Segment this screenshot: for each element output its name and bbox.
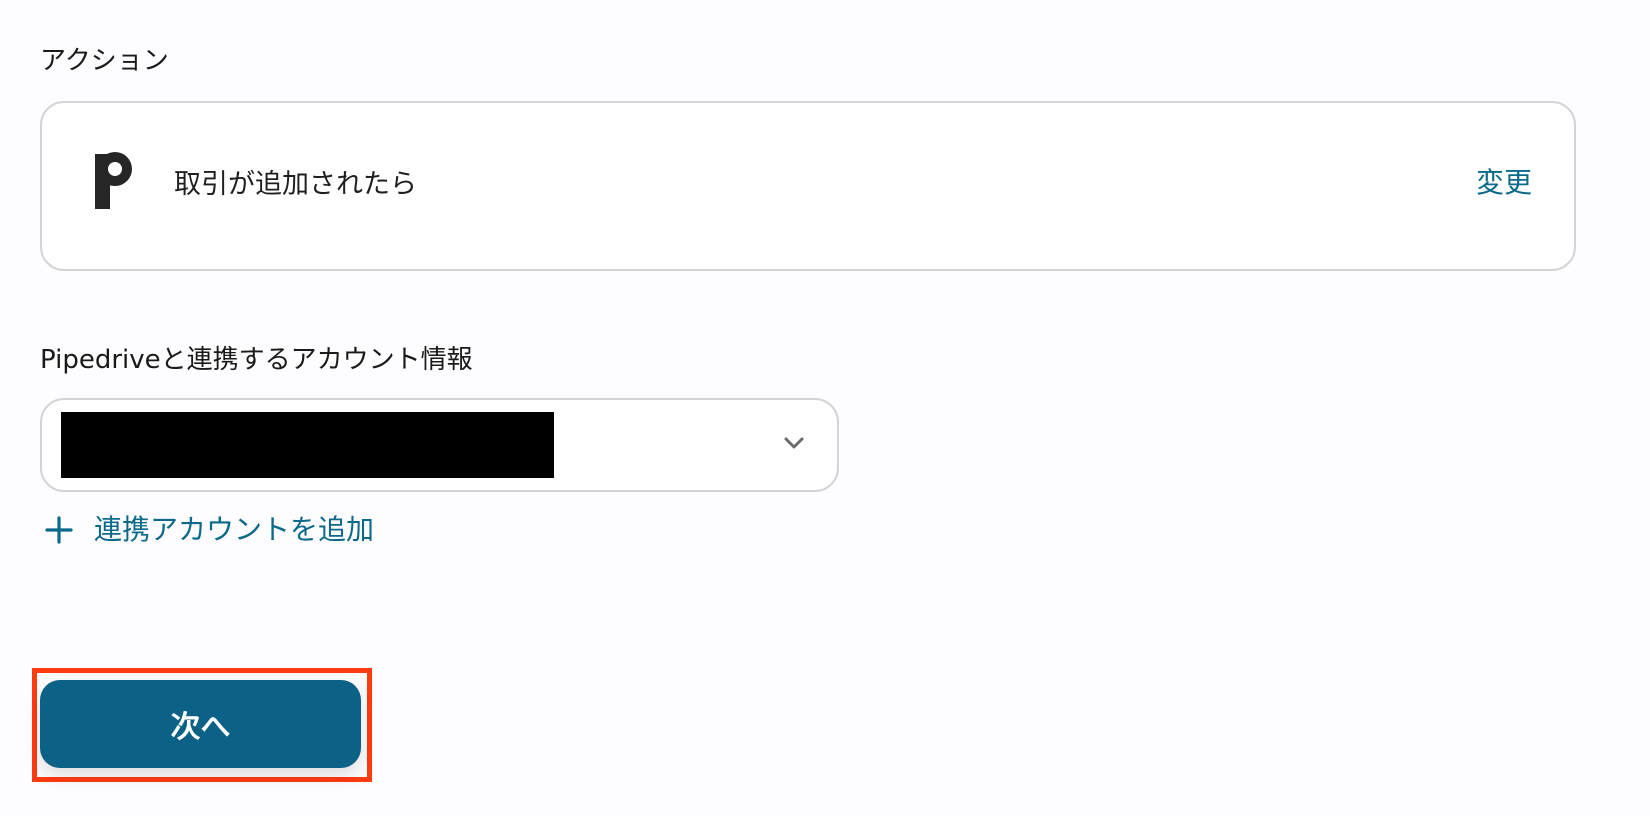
change-action-link[interactable]: 変更 — [1476, 165, 1532, 201]
add-linked-account-label: 連携アカウントを追加 — [94, 513, 375, 546]
page: アクション 取引が追加されたら 変更 Pipedriveと連携するアカウント情報… — [0, 0, 1650, 816]
plus-icon — [45, 516, 73, 544]
next-button[interactable]: 次へ — [40, 680, 361, 768]
account-select-dropdown[interactable] — [40, 398, 839, 492]
action-card: 取引が追加されたら 変更 — [40, 101, 1576, 271]
selected-account-value-redacted — [61, 412, 554, 478]
account-section-label: Pipedriveと連携するアカウント情報 — [40, 345, 473, 375]
chevron-down-icon — [784, 437, 804, 449]
add-linked-account-button[interactable]: 連携アカウントを追加 — [44, 510, 374, 550]
action-title: 取引が追加されたら — [174, 169, 417, 200]
pipedrive-p-icon — [95, 152, 132, 209]
action-section-label: アクション — [40, 46, 169, 76]
